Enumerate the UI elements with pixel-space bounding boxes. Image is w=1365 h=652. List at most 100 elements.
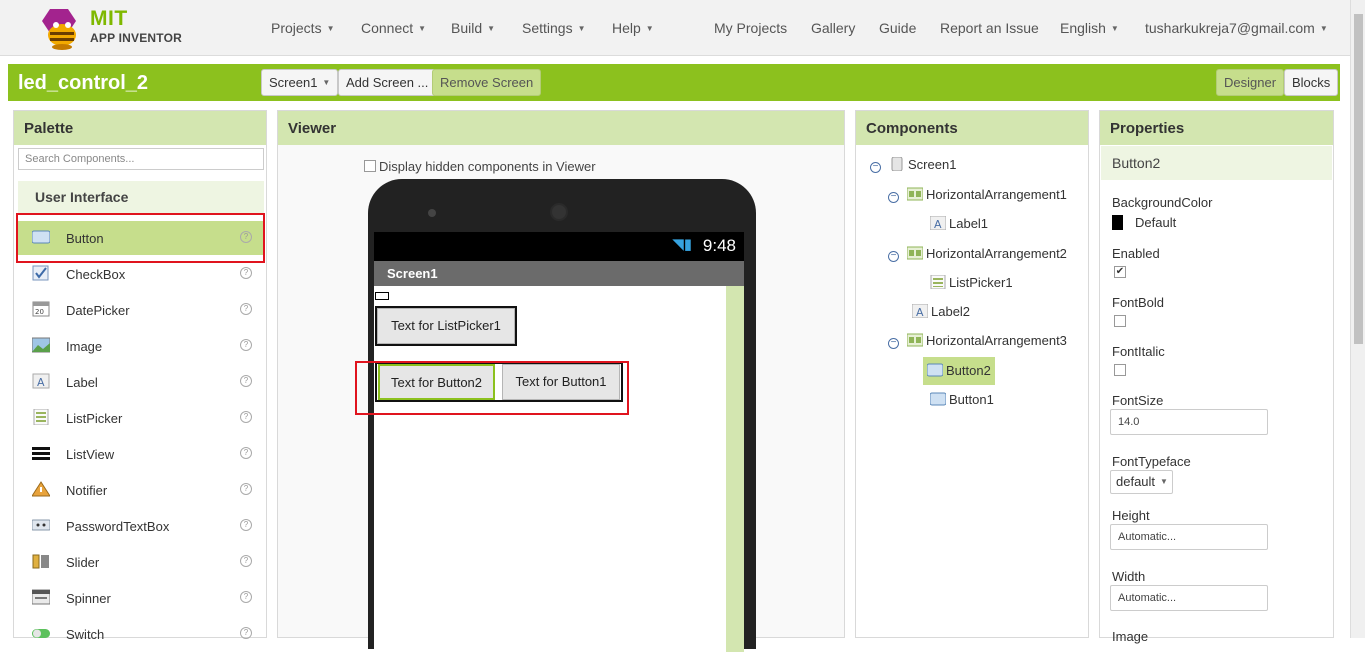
help-icon[interactable]: ? xyxy=(240,519,252,531)
nav-my-projects-link[interactable]: My Projects xyxy=(714,20,787,36)
nav-projects-label: Projects xyxy=(271,20,322,36)
palette-item-datepicker[interactable]: 20 DatePicker? xyxy=(18,293,264,327)
prop-enabled-checkbox[interactable]: ✔ xyxy=(1114,266,1126,278)
blocks-button[interactable]: Blocks xyxy=(1284,69,1339,96)
tree-label1[interactable]: A Label1 xyxy=(930,216,988,231)
chevron-down-icon: ▼ xyxy=(418,24,427,33)
tree-label2[interactable]: A Label2 xyxy=(912,304,970,319)
palette-item-notifier[interactable]: Notifier? xyxy=(18,473,264,507)
prop-backgroundcolor-label: BackgroundColor xyxy=(1112,195,1213,210)
tree-button2[interactable]: Button2 xyxy=(923,357,995,385)
prop-height-label: Height xyxy=(1112,508,1150,523)
label-icon: A xyxy=(32,373,50,389)
palette-item-label: CheckBox xyxy=(66,267,126,282)
collapse-icon[interactable]: − xyxy=(888,251,899,262)
components-title: Components xyxy=(856,111,1088,145)
add-screen-button[interactable]: Add Screen ... xyxy=(338,69,437,96)
palette-item-image[interactable]: Image? xyxy=(18,329,264,363)
screen-title-bar: Screen1 xyxy=(374,261,744,286)
project-toolbar: led_control_2 Screen1 ▼ Add Screen ... Re… xyxy=(8,64,1340,101)
tree-horizontalarrangement3[interactable]: − HorizontalArrangement3 xyxy=(888,333,1067,349)
screen-select-label: Screen1 xyxy=(269,75,318,90)
collapse-icon[interactable]: − xyxy=(888,192,899,203)
collapse-icon[interactable]: − xyxy=(888,338,899,349)
help-icon[interactable]: ? xyxy=(240,339,252,351)
nav-build-menu[interactable]: Build ▼ xyxy=(451,20,495,36)
scrollbar-thumb[interactable] xyxy=(1354,14,1363,344)
screen-select-dropdown[interactable]: Screen1 ▼ xyxy=(261,69,339,96)
nav-account-menu[interactable]: tusharkukreja7@gmail.com ▼ xyxy=(1145,20,1328,36)
help-icon[interactable]: ? xyxy=(240,303,252,315)
nav-help-menu[interactable]: Help ▼ xyxy=(612,20,654,36)
category-user-interface[interactable]: User Interface xyxy=(18,181,264,213)
prop-backgroundcolor-value[interactable]: Default xyxy=(1135,215,1176,230)
prop-fontbold-checkbox[interactable] xyxy=(1114,315,1126,327)
chevron-down-icon: ▼ xyxy=(577,24,586,33)
tree-label: Label1 xyxy=(949,216,989,231)
page-scrollbar[interactable] xyxy=(1350,0,1365,638)
phone-camera xyxy=(428,209,436,217)
palette-item-label: ListPicker xyxy=(66,411,123,426)
search-components-input[interactable]: Search Components... xyxy=(18,148,264,170)
help-icon[interactable]: ? xyxy=(240,375,252,387)
help-icon[interactable]: ? xyxy=(240,627,252,639)
help-icon[interactable]: ? xyxy=(240,447,252,459)
designer-button[interactable]: Designer xyxy=(1216,69,1285,96)
nav-projects-menu[interactable]: Projects ▼ xyxy=(271,20,335,36)
palette-item-label: Notifier xyxy=(66,483,108,498)
palette-item-listview[interactable]: ListView? xyxy=(18,437,264,471)
palette-item-passwordtextbox[interactable]: PasswordTextBox? xyxy=(18,509,264,543)
collapse-icon[interactable]: − xyxy=(870,162,881,173)
prop-width-input[interactable]: Automatic... xyxy=(1110,585,1268,611)
bee-logo-icon xyxy=(42,9,76,50)
tree-button1[interactable]: Button1 xyxy=(930,392,994,407)
palette-item-listpicker[interactable]: ListPicker? xyxy=(18,401,264,435)
tree-horizontalarrangement2[interactable]: − HorizontalArrangement2 xyxy=(888,246,1067,262)
palette-item-spinner[interactable]: Spinner? xyxy=(18,581,264,615)
color-swatch[interactable] xyxy=(1112,215,1123,230)
help-icon[interactable]: ? xyxy=(240,411,252,423)
prop-fonttypeface-select[interactable]: default ▼ xyxy=(1110,470,1173,494)
tree-horizontalarrangement1[interactable]: − HorizontalArrangement1 xyxy=(888,187,1067,203)
help-icon[interactable]: ? xyxy=(240,267,252,279)
nav-guide-link[interactable]: Guide xyxy=(879,20,916,36)
nav-gallery-link[interactable]: Gallery xyxy=(811,20,855,36)
tree-screen1[interactable]: − Screen1 xyxy=(870,157,956,173)
top-nav-bar: MIT APP INVENTOR Projects ▼ Connect ▼ Buil… xyxy=(0,0,1350,56)
display-hidden-checkbox[interactable]: Display hidden components in Viewer xyxy=(364,159,596,174)
palette-item-label[interactable]: A Label? xyxy=(18,365,264,399)
listpicker-icon xyxy=(930,275,946,289)
prop-fontitalic-checkbox[interactable] xyxy=(1114,364,1126,376)
nav-report-issue-link[interactable]: Report an Issue xyxy=(940,20,1039,36)
svg-text:A: A xyxy=(934,218,942,230)
remove-screen-button[interactable]: Remove Screen xyxy=(432,69,542,96)
palette-panel: Palette Search Components... User Interf… xyxy=(13,110,267,642)
viewer-title: Viewer xyxy=(278,111,844,145)
palette-item-slider[interactable]: Slider? xyxy=(18,545,264,579)
arrangement-icon xyxy=(907,246,923,260)
prop-height-input[interactable]: Automatic... xyxy=(1110,524,1268,550)
listpicker1-component[interactable]: Text for ListPicker1 xyxy=(377,308,515,344)
tree-label: HorizontalArrangement2 xyxy=(926,246,1067,261)
nav-language-menu[interactable]: English ▼ xyxy=(1060,20,1119,36)
nav-connect-menu[interactable]: Connect ▼ xyxy=(361,20,426,36)
app-inventor-logo[interactable]: MIT APP INVENTOR xyxy=(38,5,188,51)
checkbox-icon xyxy=(32,265,49,281)
label1-component[interactable] xyxy=(375,292,389,300)
listpicker-icon xyxy=(33,409,49,425)
image-icon xyxy=(32,337,50,353)
nav-settings-menu[interactable]: Settings ▼ xyxy=(522,20,586,36)
prop-fontsize-input[interactable]: 14.0 xyxy=(1110,409,1268,435)
tree-listpicker1[interactable]: ListPicker1 xyxy=(930,275,1013,290)
logo-appinventor-text: APP INVENTOR xyxy=(90,31,182,45)
help-icon[interactable]: ? xyxy=(240,483,252,495)
tree-label: ListPicker1 xyxy=(949,275,1013,290)
nav-account-label: tusharkukreja7@gmail.com xyxy=(1145,20,1315,36)
palette-item-label: Spinner xyxy=(66,591,111,606)
help-icon[interactable]: ? xyxy=(240,591,252,603)
palette-item-switch[interactable]: Switch? xyxy=(18,617,264,651)
help-icon[interactable]: ? xyxy=(240,555,252,567)
label-icon: A xyxy=(912,304,928,318)
prop-image-label: Image xyxy=(1112,629,1149,644)
palette-item-label: Slider xyxy=(66,555,100,570)
